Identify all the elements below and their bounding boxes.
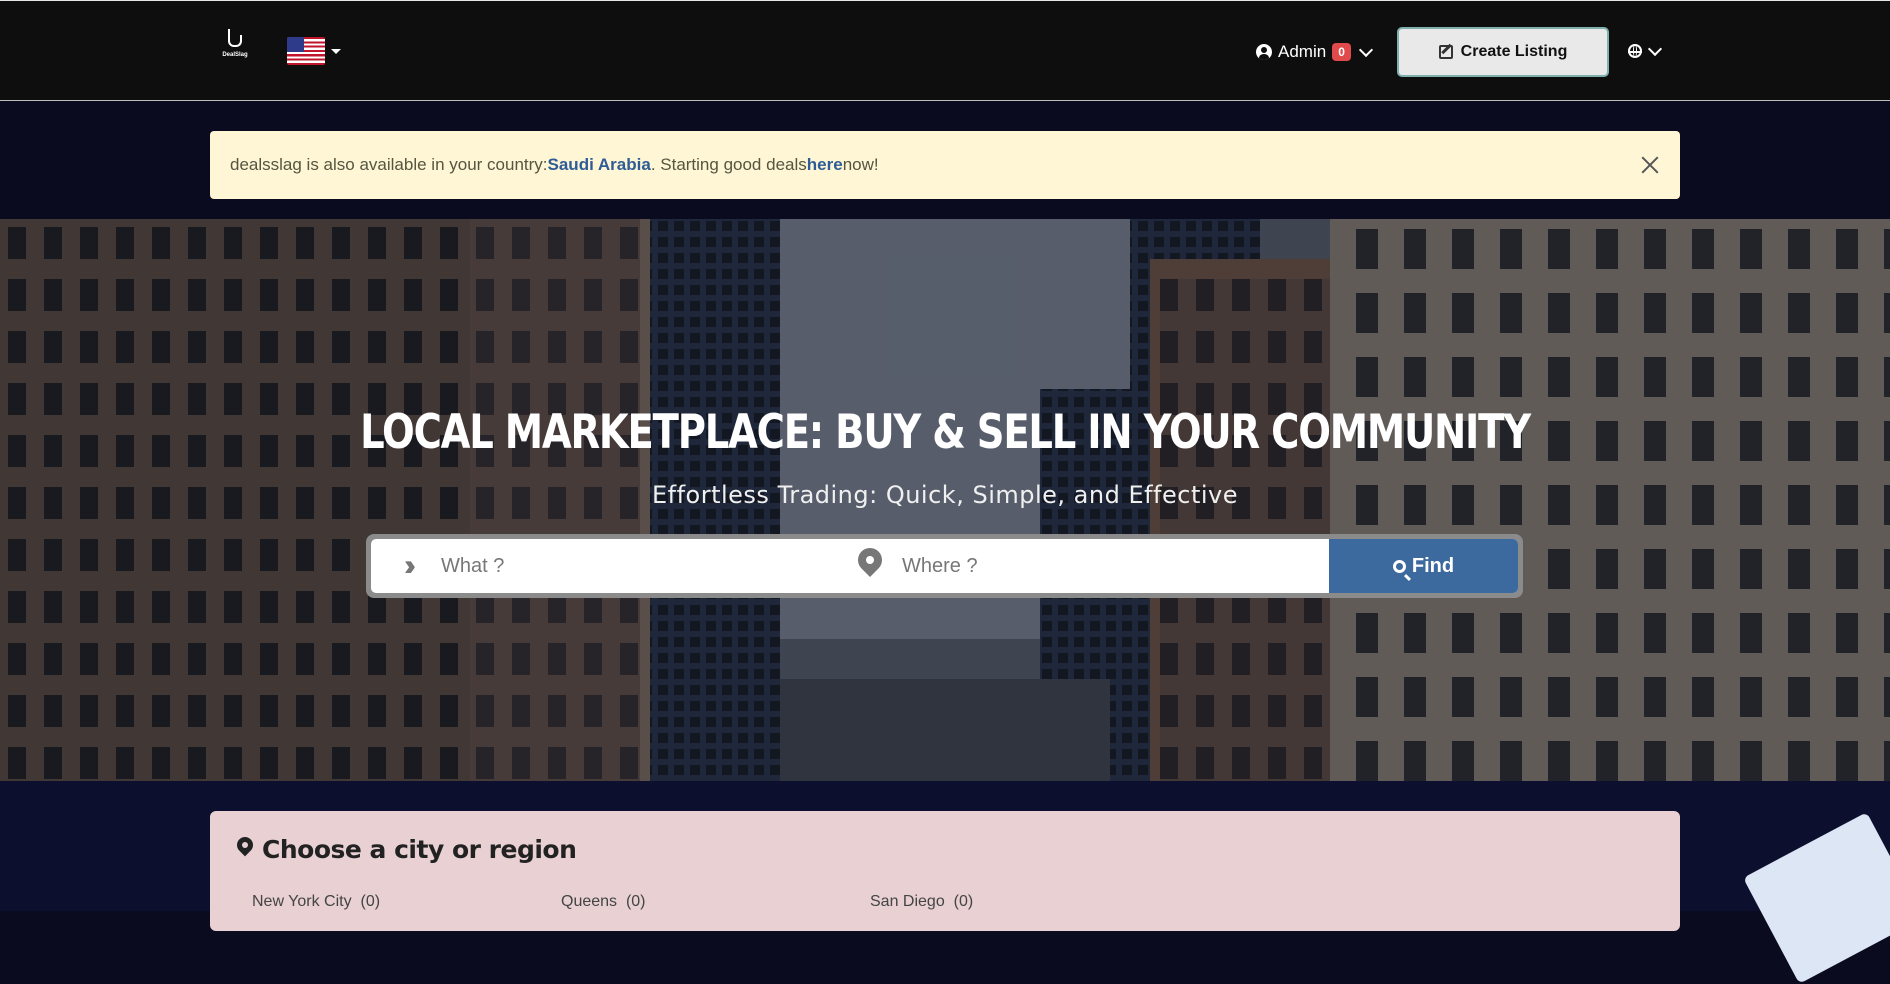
- city-region-panel: Choose a city or region New York City (0…: [210, 811, 1680, 931]
- user-name: Admin: [1278, 42, 1327, 61]
- what-field: ››: [371, 539, 846, 593]
- notification-badge: 0: [1332, 43, 1351, 61]
- create-listing-label: Create Listing: [1460, 43, 1568, 60]
- where-input[interactable]: [900, 539, 1329, 593]
- user-menu[interactable]: Admin 0: [1256, 42, 1373, 62]
- city-name: Queens: [561, 893, 618, 910]
- city-panel-heading: Choose a city or region: [262, 835, 577, 864]
- country-availability-alert: dealsslag is also available in your coun…: [210, 131, 1680, 199]
- alert-text-suffix: now!: [842, 155, 879, 174]
- search-icon: [1392, 559, 1406, 573]
- language-selector[interactable]: [1628, 41, 1663, 58]
- site-logo[interactable]: DealSlag: [222, 29, 248, 65]
- edit-icon: [1438, 45, 1453, 59]
- map-pin-icon: [856, 548, 884, 584]
- us-flag-icon: [287, 37, 325, 65]
- map-pin-icon: [236, 837, 254, 863]
- user-circle-icon: [1256, 44, 1272, 60]
- hero-subtitle: Effortless Trading: Quick, Simple, and E…: [651, 481, 1239, 509]
- caret-down-icon: [331, 48, 341, 54]
- logo-mark-icon: [228, 29, 242, 47]
- search-bar: ›› Find: [366, 534, 1523, 598]
- country-selector[interactable]: [287, 37, 341, 65]
- hero-title: LOCAL MARKETPLACE: BUY & SELL IN YOUR CO…: [360, 405, 1531, 460]
- city-item[interactable]: Queens (0): [561, 893, 646, 911]
- globe-icon: [1628, 44, 1642, 58]
- top-navbar: DealSlag Admin 0 Create Listing: [0, 0, 1890, 101]
- chevron-down-icon: [1358, 42, 1373, 57]
- city-item[interactable]: San Diego (0): [870, 893, 973, 911]
- close-icon[interactable]: [1638, 153, 1662, 177]
- city-name: New York City: [252, 893, 352, 910]
- logo-text: DealSlag: [222, 52, 248, 58]
- alert-text-middle: . Starting good deals: [650, 155, 807, 174]
- country-link[interactable]: Saudi Arabia: [548, 155, 651, 175]
- what-input[interactable]: [439, 539, 846, 593]
- find-button[interactable]: Find: [1329, 539, 1518, 593]
- here-link[interactable]: here: [807, 155, 843, 175]
- city-panel-title: Choose a city or region: [236, 835, 577, 864]
- chevron-down-icon: [1647, 41, 1663, 56]
- double-chevron-right-icon: ››: [404, 549, 416, 582]
- city-count: (0): [953, 893, 974, 910]
- hero-section: LOCAL MARKETPLACE: BUY & SELL IN YOUR CO…: [0, 219, 1890, 781]
- create-listing-button[interactable]: Create Listing: [1397, 27, 1609, 77]
- city-count: (0): [360, 893, 381, 910]
- city-name: San Diego: [870, 893, 945, 910]
- where-field: [846, 539, 1329, 593]
- alert-text-prefix: dealsslag is also available in your coun…: [230, 155, 548, 174]
- find-label: Find: [1411, 554, 1455, 577]
- city-item[interactable]: New York City (0): [252, 893, 380, 911]
- city-count: (0): [625, 893, 646, 910]
